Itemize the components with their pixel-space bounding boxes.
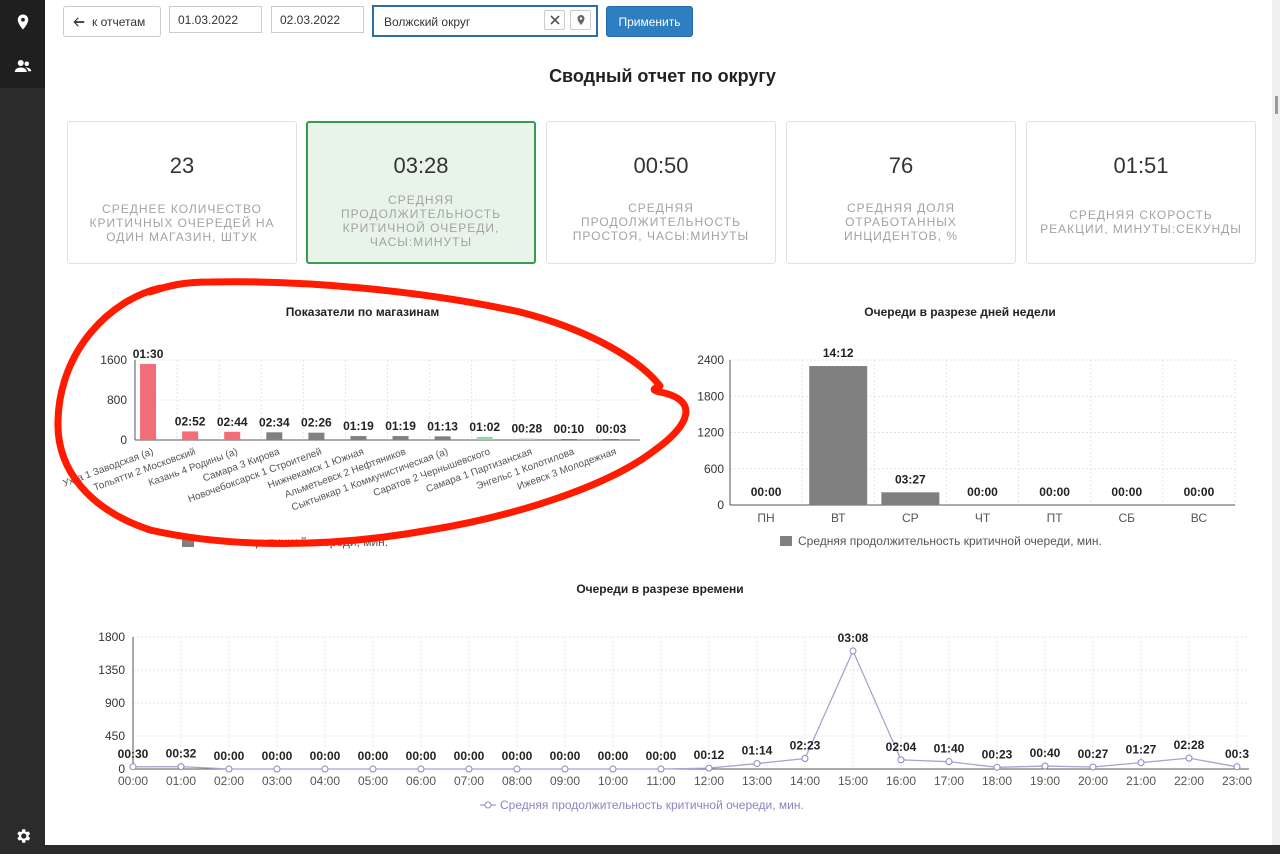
red-circle-annotation bbox=[54, 278, 690, 547]
annotation-stroke bbox=[54, 278, 690, 547]
